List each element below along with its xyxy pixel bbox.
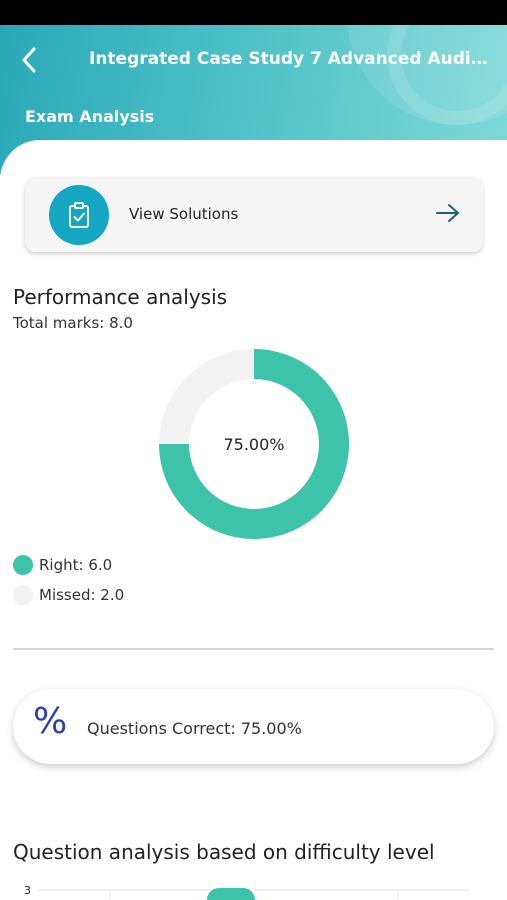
difficulty-chart: 3: [0, 880, 507, 900]
clipboard-check-icon: [49, 185, 109, 245]
total-marks: Total marks: 8.0: [13, 314, 133, 332]
view-solutions-button[interactable]: View Solutions: [25, 177, 483, 252]
donut-center-label: 75.00%: [223, 434, 285, 454]
legend-item-missed: Missed: 2.0: [13, 584, 124, 606]
arrow-right-icon: [436, 204, 459, 222]
legend-dot-missed: [13, 585, 33, 605]
performance-donut-chart: 75.00%: [159, 349, 349, 539]
back-button[interactable]: [14, 45, 44, 75]
legend-item-right: Right: 6.0: [13, 554, 112, 576]
legend-label-missed: Missed: 2.0: [39, 586, 125, 604]
section-divider: [13, 648, 494, 650]
status-bar: [0, 0, 507, 25]
view-solutions-label: View Solutions: [129, 205, 239, 223]
percent-icon: %: [33, 701, 68, 742]
legend-label-right: Right: 6.0: [39, 556, 113, 574]
legend-dot-right: [13, 555, 33, 575]
page-title: Integrated Case Study 7 Advanced Auditin…: [89, 49, 489, 69]
questions-correct-card: % Questions Correct: 75.00%: [13, 689, 494, 764]
page-subtitle: Exam Analysis: [25, 107, 155, 126]
difficulty-title: Question analysis based on difficulty le…: [13, 840, 435, 864]
main-content: View Solutions Performance analysis Tota…: [0, 140, 507, 900]
questions-correct-label: Questions Correct: 75.00%: [87, 719, 302, 738]
difficulty-bar: [207, 888, 255, 900]
chevron-left-icon: [22, 47, 36, 73]
performance-title: Performance analysis: [13, 285, 228, 309]
y-tick-label: 3: [24, 884, 31, 897]
